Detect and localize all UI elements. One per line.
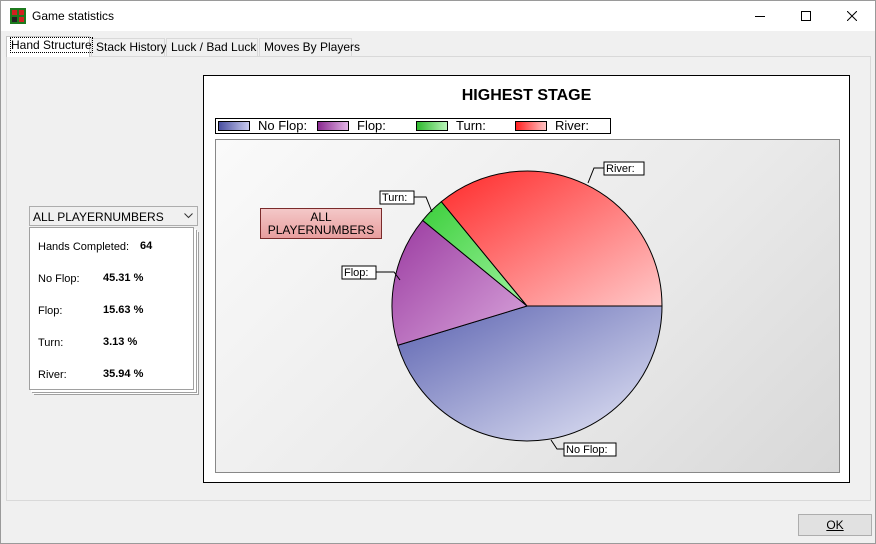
window-title: Game statistics bbox=[32, 9, 115, 23]
turn-label: Turn: bbox=[38, 337, 64, 349]
minimize-icon bbox=[755, 16, 765, 17]
legend-swatch-river bbox=[515, 121, 547, 131]
no-flop-label: No Flop: bbox=[38, 273, 80, 285]
hands-completed-label: Hands Completed: bbox=[38, 241, 130, 253]
flop-value: 15.63 % bbox=[103, 304, 144, 316]
no-flop-value: 45.31 % bbox=[103, 272, 144, 284]
slice-leader-line bbox=[550, 439, 564, 450]
slice-label: River: bbox=[606, 163, 635, 175]
tab-label: Stack History bbox=[96, 40, 167, 54]
slice-label: No Flop: bbox=[566, 444, 608, 456]
ok-button-label: OK bbox=[826, 518, 844, 532]
tab-stack-history[interactable]: Stack History bbox=[91, 38, 167, 56]
legend-label: Turn: bbox=[456, 118, 486, 133]
stats-summary: Hands Completed: 64 No Flop: 45.31 % Flo… bbox=[29, 227, 194, 390]
chart-frame: HIGHEST STAGE No Flop: Flop: Turn: River… bbox=[203, 75, 850, 483]
pie-chart: No Flop: Flop: Turn: River: bbox=[341, 161, 663, 457]
tab-label: Hand Structure bbox=[10, 37, 93, 53]
chevron-down-icon bbox=[184, 213, 193, 219]
turn-value: 3.13 % bbox=[103, 336, 138, 348]
slice-label: Flop: bbox=[344, 267, 368, 279]
flop-label: Flop: bbox=[38, 305, 63, 317]
ok-button[interactable]: OK bbox=[798, 514, 872, 536]
plot-area: No Flop: Flop: Turn: River: ALL PLAYERNUMBE… bbox=[215, 139, 840, 473]
minimize-button[interactable] bbox=[737, 1, 783, 31]
maximize-button[interactable] bbox=[783, 1, 829, 31]
close-button[interactable] bbox=[829, 1, 875, 31]
tab-hand-structure[interactable]: Hand Structure bbox=[6, 36, 93, 57]
player-group-label: ALL PLAYERNUMBERS bbox=[260, 208, 382, 239]
chart-legend: No Flop: Flop: Turn: River: bbox=[215, 118, 611, 134]
player-filter-select[interactable]: ALL PLAYERNUMBERS bbox=[29, 206, 198, 226]
legend-label: River: bbox=[555, 118, 589, 133]
tab-label: Moves By Players bbox=[264, 40, 361, 54]
tab-label: Luck / Bad Luck bbox=[171, 40, 257, 54]
slice-leader-line bbox=[414, 196, 433, 213]
legend-label: No Flop: bbox=[258, 118, 308, 133]
legend-swatch-flop bbox=[317, 121, 349, 131]
legend-label: Flop: bbox=[357, 118, 386, 133]
title-bar: Game statistics bbox=[1, 1, 875, 31]
tab-luck-bad-luck[interactable]: Luck / Bad Luck bbox=[166, 38, 258, 56]
legend-swatch-no-flop bbox=[218, 121, 250, 131]
slice-label: Turn: bbox=[382, 192, 407, 204]
game-statistics-window: Game statistics Hand Structure Stack His… bbox=[0, 0, 876, 544]
river-label: River: bbox=[38, 369, 67, 381]
slice-leader-line bbox=[587, 167, 604, 184]
player-filter-value: ALL PLAYERNUMBERS bbox=[33, 210, 164, 224]
maximize-icon bbox=[801, 11, 811, 21]
legend-swatch-turn bbox=[416, 121, 448, 131]
close-icon bbox=[847, 11, 857, 21]
app-icon bbox=[10, 8, 26, 24]
chart-title: HIGHEST STAGE bbox=[461, 87, 592, 104]
river-value: 35.94 % bbox=[103, 368, 144, 380]
tab-moves-by-players[interactable]: Moves By Players bbox=[259, 38, 360, 56]
hands-completed-value: 64 bbox=[140, 240, 153, 252]
